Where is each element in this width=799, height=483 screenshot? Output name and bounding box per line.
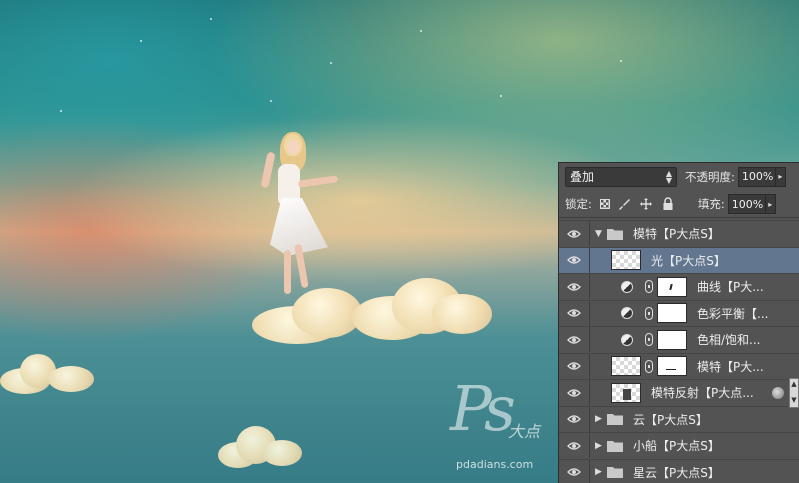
select-arrows-icon: ▲ ▼: [665, 168, 672, 185]
star: [420, 30, 422, 32]
mask-thumbnail[interactable]: [657, 303, 687, 323]
mask-thumbnail[interactable]: [657, 276, 687, 297]
watermark-cn: 大点: [508, 422, 541, 441]
column-divider: [589, 327, 590, 352]
eye-icon[interactable]: [565, 465, 583, 479]
eye-icon[interactable]: [565, 439, 583, 453]
model-figure: [258, 132, 348, 297]
eye-icon[interactable]: [565, 359, 583, 373]
star: [620, 60, 622, 62]
mask-thumbnail[interactable]: [657, 356, 687, 376]
eye-icon[interactable]: [565, 386, 583, 400]
expand-right-icon[interactable]: ▶: [595, 441, 602, 451]
blend-mode-select[interactable]: 叠加 ▲ ▼: [565, 166, 677, 187]
adjustment-icon[interactable]: [621, 280, 633, 293]
eye-icon[interactable]: [565, 306, 583, 320]
layer-name: 模特【P大点S】: [633, 227, 720, 241]
lock-label: 锁定:: [565, 197, 592, 211]
blend-mode-value: 叠加: [570, 170, 595, 184]
folder-icon: [607, 440, 623, 452]
column-divider: [589, 274, 590, 299]
folder-icon: [607, 466, 623, 478]
lock-all-icon[interactable]: [660, 196, 676, 212]
column-divider: [589, 433, 590, 458]
layers-panel: 叠加 ▲ ▼ 不透明度: 100% ▸ 锁定: 填充: 100% ▸ ▼ 模特【P大…: [558, 162, 799, 483]
opacity-dropdown-icon[interactable]: ▸: [775, 166, 786, 187]
fill-label: 填充:: [697, 197, 725, 211]
layer-style-icon[interactable]: [772, 386, 784, 399]
layer-row[interactable]: 模特【P大...: [559, 352, 799, 379]
layer-name: 色相/饱和...: [697, 333, 761, 347]
mask-thumbnail[interactable]: [657, 329, 687, 350]
layer-name: 模特【P大...: [697, 359, 764, 374]
folder-icon: [607, 228, 623, 240]
layer-thumbnail[interactable]: [611, 250, 641, 270]
opacity-input[interactable]: 100%: [737, 166, 776, 187]
star: [140, 40, 142, 42]
link-icon[interactable]: [645, 333, 653, 346]
star: [500, 95, 502, 97]
expand-right-icon[interactable]: ▶: [595, 414, 602, 424]
layer-name: 曲线【P大...: [697, 280, 764, 294]
star: [330, 62, 332, 64]
layer-row[interactable]: ▶ 云【P大点S】: [559, 405, 799, 432]
link-icon[interactable]: [645, 306, 653, 320]
star: [270, 100, 272, 102]
lock-row: 锁定: 填充: 100% ▸: [559, 191, 799, 218]
column-divider: [589, 380, 590, 405]
fill-dropdown-icon[interactable]: ▸: [765, 194, 776, 214]
blend-row: 叠加 ▲ ▼ 不透明度: 100% ▸: [559, 163, 799, 190]
layer-row[interactable]: 模特反射【P大点...: [559, 379, 799, 405]
watermark-url: pdadians.com: [456, 458, 534, 471]
layer-name: 云【P大点S】: [633, 412, 708, 427]
fill-input[interactable]: 100%: [727, 194, 766, 214]
layer-row[interactable]: 色相/饱和...: [559, 326, 799, 352]
lock-transparency-icon[interactable]: [599, 199, 610, 209]
adjustment-icon[interactable]: [621, 333, 633, 346]
layer-name: 模特反射【P大点...: [651, 386, 754, 400]
scroll-down-icon[interactable]: ▼: [790, 396, 798, 404]
star: [60, 110, 62, 112]
adjustment-icon[interactable]: [621, 307, 633, 319]
layer-row[interactable]: 曲线【P大...: [559, 273, 799, 299]
lock-position-move-icon[interactable]: [638, 196, 654, 212]
column-divider: [589, 247, 590, 273]
eye-icon[interactable]: [565, 227, 583, 241]
layer-thumbnail[interactable]: [611, 382, 641, 403]
expand-down-icon[interactable]: ▼: [595, 229, 602, 239]
column-divider: [589, 221, 590, 246]
layer-row[interactable]: 光【P大点S】: [559, 246, 799, 273]
layer-row[interactable]: 色彩平衡【...: [559, 299, 799, 326]
layer-row[interactable]: ▶ 星云【P大点S】: [559, 458, 799, 483]
layer-name: 星云【P大点S】: [633, 465, 720, 480]
layer-row[interactable]: ▶ 小船【P大点S】: [559, 432, 799, 458]
folder-icon: [607, 413, 623, 425]
watermark-logo: Ps: [450, 372, 516, 445]
star: [210, 18, 212, 20]
eye-icon[interactable]: [565, 253, 583, 267]
layer-name: 光【P大点S】: [651, 253, 726, 268]
link-icon[interactable]: [645, 280, 653, 293]
layer-thumbnail[interactable]: [611, 356, 641, 376]
opacity-label: 不透明度:: [685, 169, 735, 184]
lock-image-brush-icon[interactable]: [616, 196, 632, 212]
layer-row[interactable]: ▼ 模特【P大点S】: [559, 220, 799, 246]
layer-name: 色彩平衡【...: [697, 306, 769, 321]
eye-icon[interactable]: [565, 412, 583, 426]
column-divider: [589, 353, 590, 379]
watermark: Ps 大点 pdadians.com: [448, 378, 558, 473]
eye-icon[interactable]: [565, 280, 583, 294]
column-divider: [589, 459, 590, 483]
link-icon[interactable]: [645, 359, 653, 373]
scroll-up-icon[interactable]: ▲: [790, 380, 798, 388]
expand-right-icon[interactable]: ▶: [595, 467, 602, 477]
column-divider: [589, 300, 590, 326]
eye-icon[interactable]: [565, 333, 583, 347]
layer-name: 小船【P大点S】: [633, 439, 720, 453]
column-divider: [589, 406, 590, 432]
